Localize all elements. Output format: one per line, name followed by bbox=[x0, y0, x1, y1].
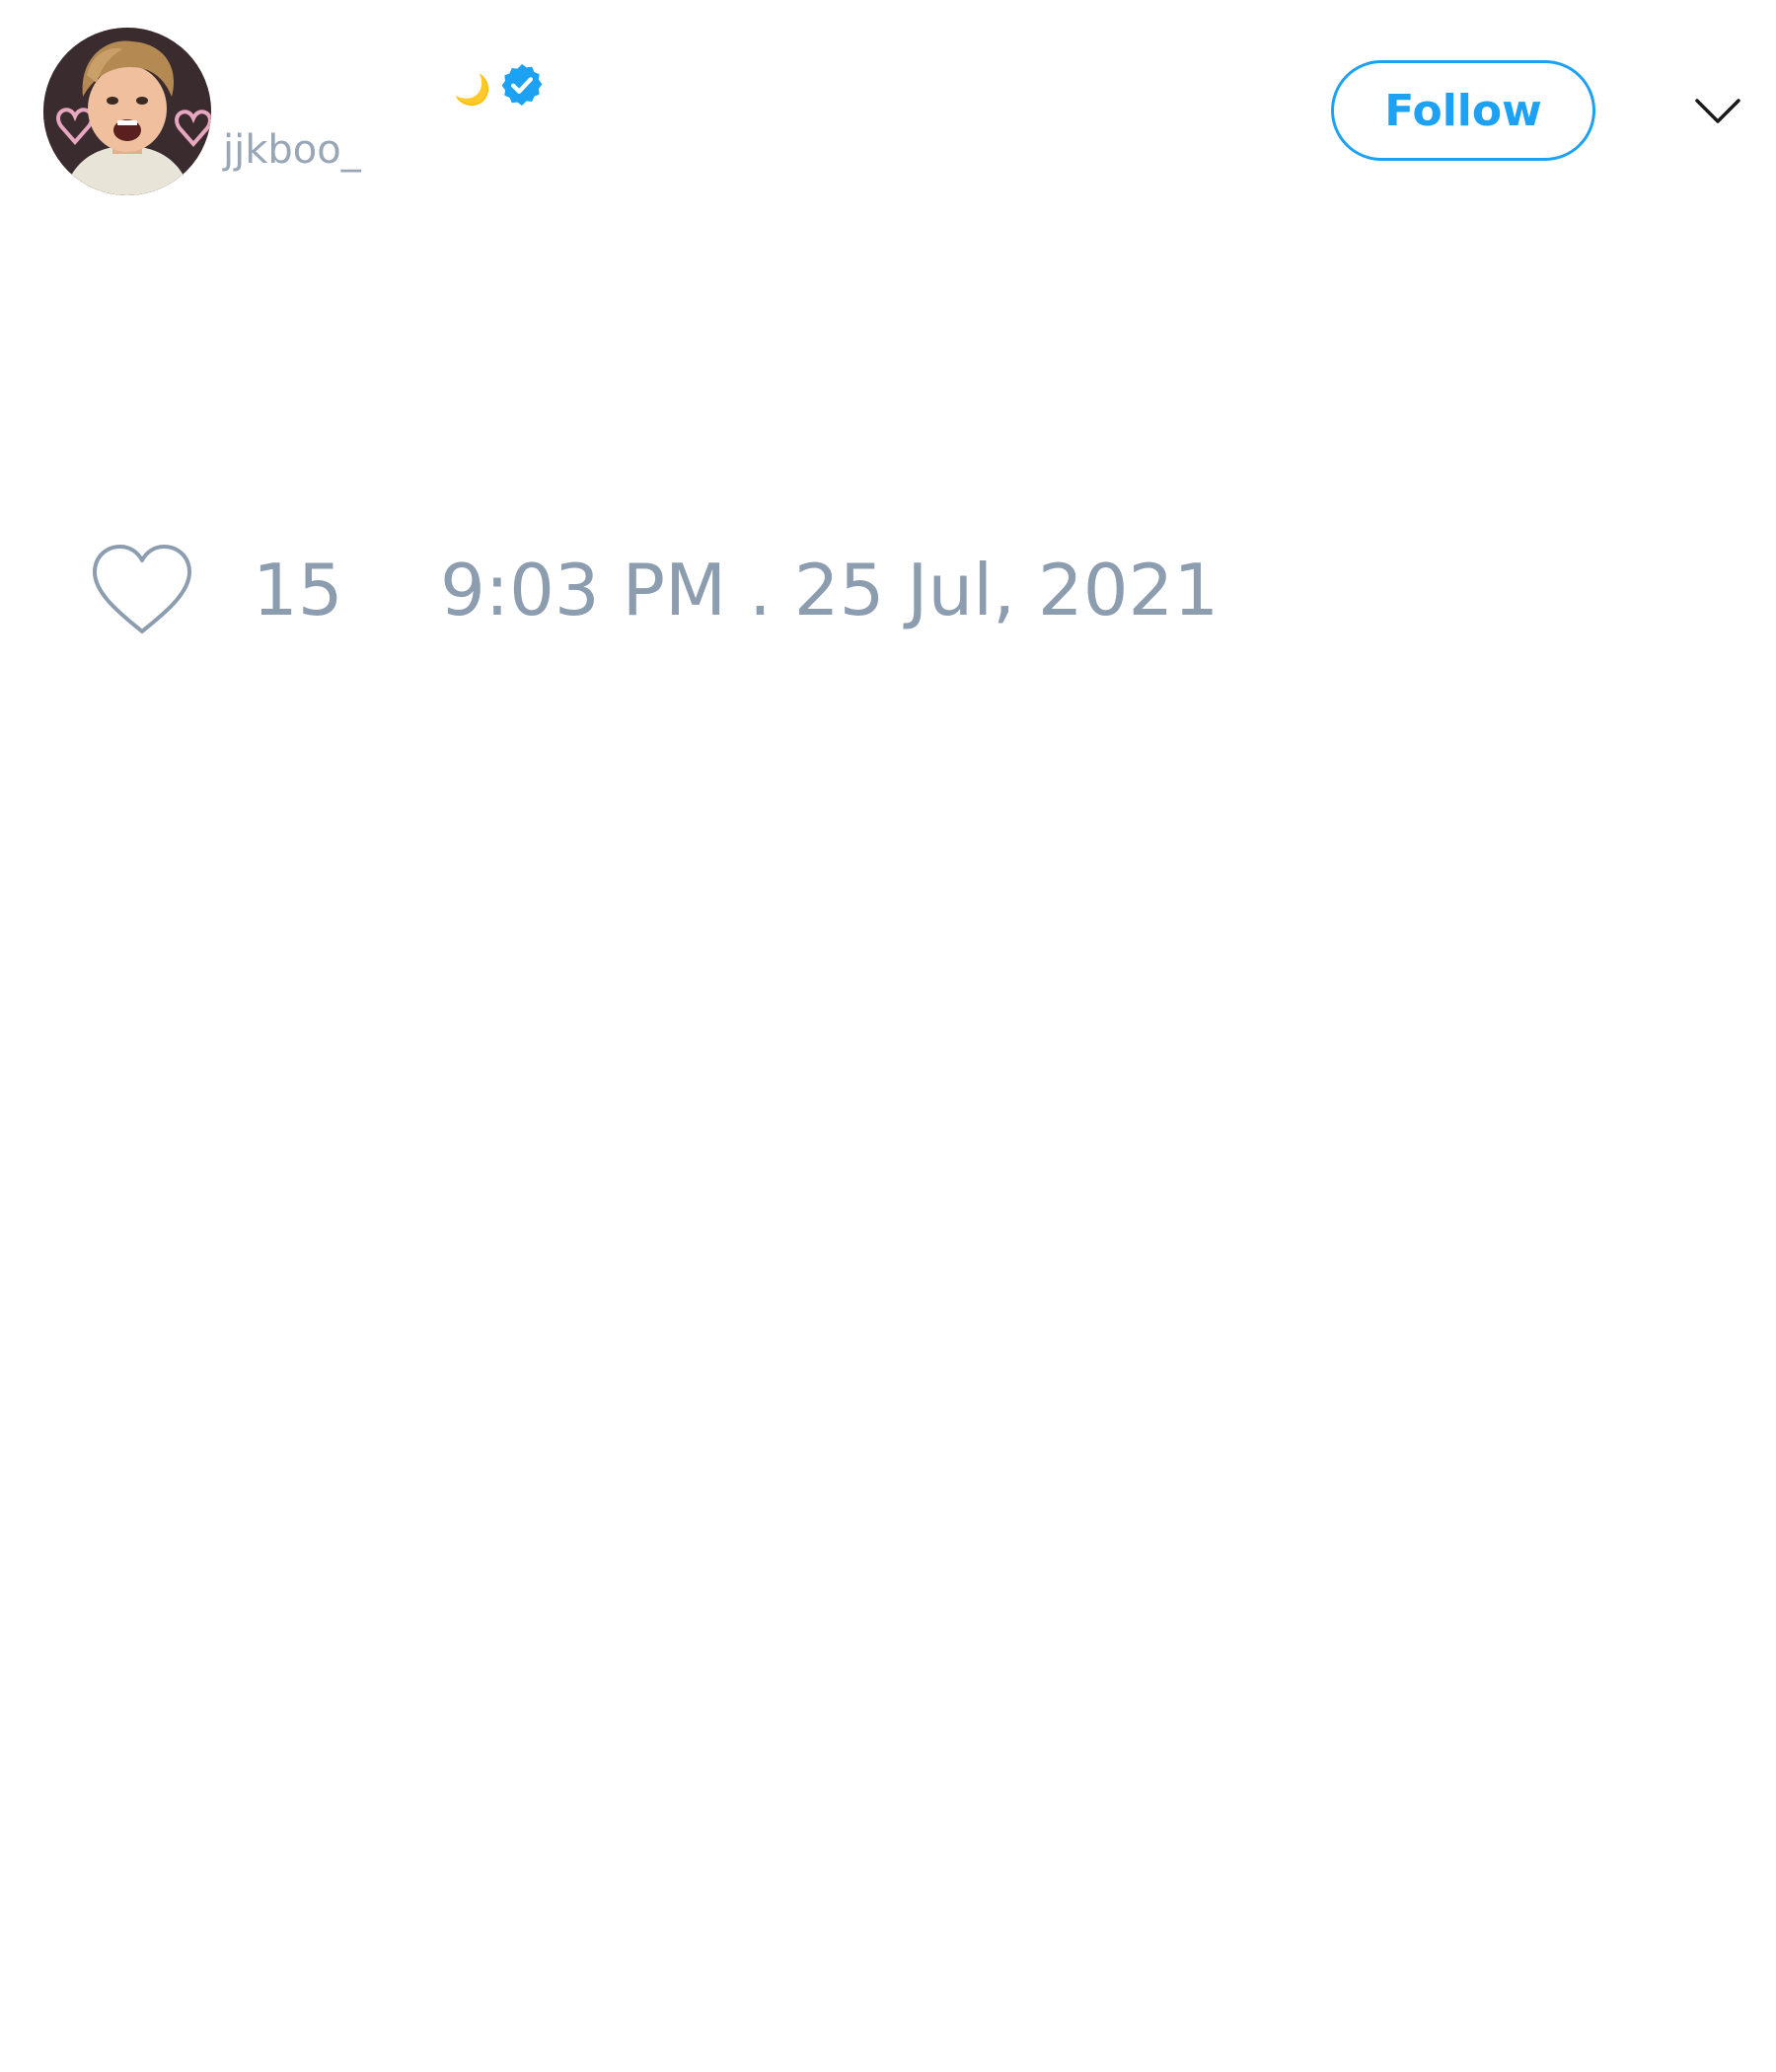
display-name-row[interactable]: 🌙 bbox=[454, 57, 546, 112]
avatar-image bbox=[43, 28, 211, 195]
author-handle[interactable]: jjkboo_ bbox=[223, 126, 361, 174]
avatar[interactable] bbox=[43, 28, 211, 195]
like-count: 15 bbox=[253, 549, 343, 631]
moon-emoji: 🌙 bbox=[454, 73, 491, 108]
tweet-timestamp[interactable]: 9:03 PM . 25 Jul, 2021 bbox=[440, 549, 1219, 631]
verified-badge-icon bbox=[501, 64, 543, 106]
tweet-card: 🌙 jjkboo_ Follow 15 9:03 PM . 25 Jul, 20… bbox=[0, 0, 1776, 2072]
follow-button[interactable]: Follow bbox=[1331, 60, 1595, 161]
heart-icon[interactable] bbox=[89, 543, 195, 637]
chevron-down-icon[interactable] bbox=[1693, 91, 1742, 130]
